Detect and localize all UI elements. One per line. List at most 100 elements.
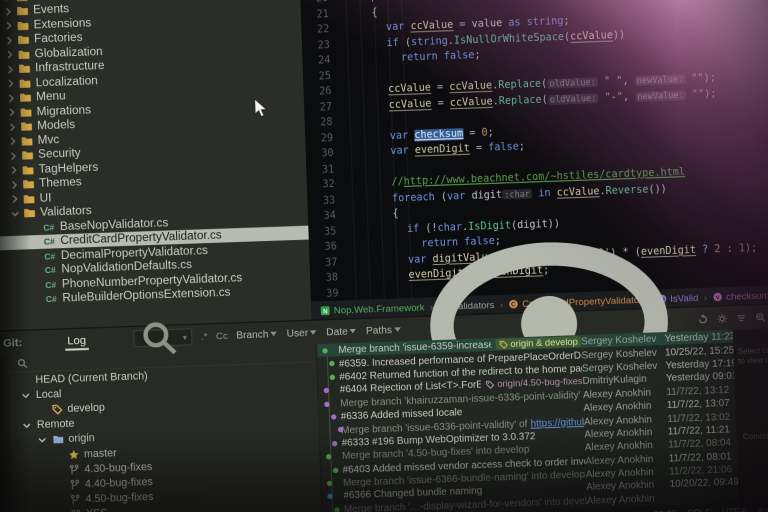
line-number: 27 [304,100,332,116]
line-number: 28 [305,116,333,132]
branch-label: Remote [37,418,75,431]
update-icon[interactable] [0,417,1,437]
filter-branch[interactable]: Branch [236,328,277,341]
commit-author: Alexey Anokhin [586,492,670,506]
chevron-right-icon [6,135,18,147]
indent-setting[interactable]: 4 spaces [758,504,768,512]
branches-tree: HEAD (Current Branch)LocaldevelopRemoteo… [8,344,323,512]
branch-label: 4.40-bug-fixes [85,476,153,490]
chevron-down-icon [394,327,401,332]
tree-item-label: Security [38,147,81,161]
line-number: 30 [306,147,334,163]
tree-item-label: Validators [40,205,92,220]
csharp-file-icon: C# [43,264,57,277]
search-icon [16,357,28,369]
filter-user[interactable]: User [286,327,316,340]
line-number: 22 [301,23,329,39]
commit-date: 10/25/22, 15:25 [665,344,734,357]
log-filters: Branch User Date Paths [236,324,401,341]
chevron-down-icon [36,434,48,446]
tree-item-label: Mvc [37,133,59,147]
commit-date: Yesterday 17:19 [665,357,734,370]
commit-date: Yesterday 11:23 [664,331,733,344]
commit-date: 11/7/22, 11:21 [668,424,737,437]
photo-of-monitor: Bookmarks ControllersEventsExtensionsFac… [0,0,768,512]
tag-icon [485,380,495,390]
ide-window: Bookmarks ControllersEventsExtensionsFac… [0,0,768,512]
tag-icon [51,403,63,415]
chevron-down-icon [21,420,33,432]
commit-graph-node [318,370,340,384]
commit-date: Yesterday 09:01 [666,371,735,384]
log-action-icons [697,310,768,325]
tab-log[interactable]: Log [65,331,89,350]
sort-icon[interactable] [735,311,747,323]
cherry-pick-icon[interactable] [0,475,3,495]
commit-date: 11/7/22, 13:07 [667,397,736,410]
filter-date[interactable]: Date [326,325,356,338]
branch-label: master [84,447,117,460]
gear-icon[interactable] [716,312,728,324]
match-case-toggle[interactable]: Cc [216,330,228,341]
details-placeholder: Select commit to view details [738,345,768,366]
csharp-file-icon: C# [44,278,58,291]
chevron-right-icon [1,0,13,3]
commit-link[interactable]: https://github.com/khairuzzaman/ [530,416,584,429]
cherry-pick-icon [0,478,3,491]
caret-position[interactable]: 20:25 [654,508,677,512]
csharp-file-icon: C# [43,249,57,262]
chevron-down-icon [310,330,317,335]
chevron-right-icon [3,34,15,46]
tree-item-label: TagHelpers [38,161,98,176]
folder-icon [16,4,29,17]
line-number: 23 [302,38,330,54]
git-panel-title: Git: [3,336,23,350]
file-encoding[interactable]: UTF-8 [722,506,748,512]
svg-text:C#: C# [43,222,55,232]
csharp-file-icon: C# [42,235,56,248]
folder-icon [21,163,34,176]
folder-icon [18,77,31,90]
commit-graph-node [319,396,341,410]
folder-icon [22,192,35,205]
commit-graph-node [317,343,339,357]
tree-item-label: Models [37,118,75,132]
folder-icon [18,62,31,75]
search-caret-icon: ▾ [183,332,188,342]
folder-icon [20,134,33,147]
chevron-down-icon [350,329,357,334]
commit-date: 11/7/22, 08:01 [669,450,738,463]
tree-item-label: Localization [35,74,98,89]
regex-toggle[interactable]: .* [201,331,208,342]
tag-icon [499,339,509,349]
folder-icon [19,105,32,118]
commit-graph-node [318,383,340,397]
filter-paths[interactable]: Paths [366,324,401,337]
csharp-file-icon: C# [42,220,56,233]
tree-item-label: Events [33,3,69,17]
branch-icon [68,464,80,476]
zoom-icon[interactable] [755,311,767,323]
chevron-right-icon [9,193,21,205]
branch-label: Local [36,388,62,401]
find-icon[interactable] [0,504,4,512]
commit-graph-node [321,476,343,490]
star-icon [68,448,80,460]
commit-graph-node [320,436,342,450]
folder-icon [22,178,35,191]
chevron-down-icon [271,332,278,337]
find-icon [0,507,4,512]
delete-icon[interactable] [0,446,2,466]
branch-label: XSS [86,508,108,512]
refresh-icon[interactable] [697,313,709,325]
commit-date: 10/20/22, 09:49 [669,477,738,490]
line-ending[interactable]: CRLF [687,507,711,512]
tree-item-label: UI [39,192,51,205]
update-icon [0,420,1,433]
line-number: 21 [301,7,329,23]
commit-log: Merge branch 'issue-6359-increase-perfor… [317,330,739,512]
branch-icon [69,479,81,491]
commit-graph-node [322,502,344,512]
commit-search-input[interactable]: ▾ [133,328,193,347]
commit-date: 11/7/22, 13:12 [666,384,735,397]
